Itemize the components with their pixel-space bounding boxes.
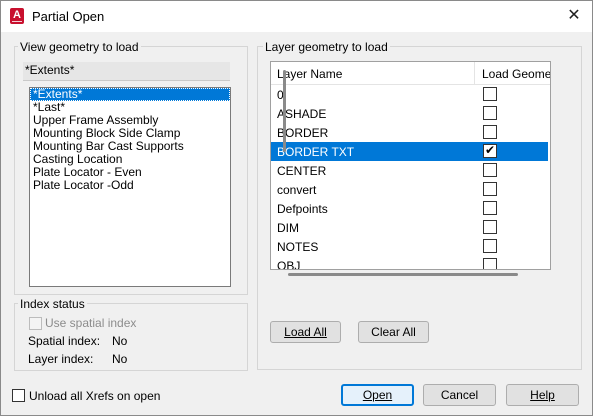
layer-table[interactable]: Layer Name Load Geometry 0ASHADEBORDER BO… [270, 61, 551, 270]
layer-row[interactable]: Defpoints [271, 199, 548, 218]
current-view-value: *Extents* [23, 62, 230, 81]
view-list[interactable]: *Extents* *Last* Upper Frame Assembly Mount… [29, 87, 231, 287]
layer-name: convert [277, 183, 317, 197]
open-button[interactable]: Open [341, 384, 414, 406]
index-status-label: Index status [18, 297, 87, 311]
unload-xrefs-label: Unload all Xrefs on open [29, 389, 161, 403]
help-button[interactable]: Help [506, 384, 579, 406]
layer-name: DIM [277, 221, 299, 235]
title-bar: A Partial Open ✕ [1, 1, 592, 32]
layer-row[interactable]: BORDER [271, 123, 548, 142]
load-geometry-checkbox[interactable] [483, 182, 497, 196]
view-list-item[interactable]: Plate Locator -Odd [30, 179, 230, 192]
layer-name-column-header[interactable]: Layer Name [277, 67, 342, 81]
load-geometry-checkbox[interactable] [483, 143, 497, 158]
cancel-button[interactable]: Cancel [423, 384, 496, 406]
layer-row[interactable]: BORDER TXT [271, 142, 548, 161]
layer-row[interactable]: convert [271, 180, 548, 199]
load-geometry-checkbox[interactable] [483, 106, 497, 120]
layer-row[interactable]: NOTES [271, 237, 548, 256]
load-geometry-checkbox[interactable] [483, 163, 497, 177]
layer-row[interactable]: OBJ [271, 256, 548, 270]
layer-name: BORDER TXT [277, 145, 355, 159]
cancel-label: Cancel [440, 388, 479, 402]
load-geometry-column-header[interactable]: Load Geometry [482, 67, 550, 81]
load-geometry-checkbox[interactable] [483, 201, 497, 215]
partial-open-dialog: A Partial Open ✕ View geometry to load *… [0, 0, 593, 416]
load-all-label: Load All [284, 325, 327, 339]
open-label: Open [362, 388, 393, 402]
layer-name: OBJ [277, 259, 301, 270]
layer-table-header: Layer Name Load Geometry [271, 62, 550, 85]
layer-name: Defpoints [277, 202, 328, 216]
load-all-button[interactable]: Load All [270, 321, 341, 343]
load-geometry-checkbox[interactable] [483, 239, 497, 253]
layer-row[interactable]: 0 [271, 85, 548, 104]
vertical-scrollbar[interactable] [283, 70, 286, 152]
column-divider[interactable] [474, 62, 475, 84]
unload-xrefs-checkbox[interactable] [12, 389, 25, 402]
spatial-index-label: Spatial index: [28, 334, 101, 348]
spatial-index-value: No [112, 334, 128, 348]
layer-row[interactable]: ASHADE [271, 104, 548, 123]
clear-all-button[interactable]: Clear All [358, 321, 429, 343]
use-spatial-index-label: Use spatial index [45, 316, 137, 330]
layer-geometry-label: Layer geometry to load [263, 40, 390, 54]
close-icon[interactable]: ✕ [561, 5, 587, 27]
load-geometry-checkbox[interactable] [483, 125, 497, 139]
layer-row[interactable]: DIM [271, 218, 548, 237]
horizontal-scrollbar[interactable] [288, 273, 518, 276]
layer-name: NOTES [277, 240, 319, 254]
use-spatial-index-checkbox[interactable] [29, 317, 42, 330]
layer-index-label: Layer index: [28, 352, 94, 366]
window-title: Partial Open [32, 9, 105, 24]
load-geometry-checkbox[interactable] [483, 258, 497, 269]
help-label: Help [530, 388, 555, 402]
load-geometry-checkbox[interactable] [483, 87, 497, 101]
layer-index-value: No [112, 352, 128, 366]
view-geometry-label: View geometry to load [18, 40, 141, 54]
layer-name: CENTER [277, 164, 327, 178]
load-geometry-checkbox[interactable] [483, 220, 497, 234]
clear-all-label: Clear All [371, 325, 416, 339]
layer-row[interactable]: CENTER [271, 161, 548, 180]
autocad-app-icon: A [10, 8, 24, 24]
